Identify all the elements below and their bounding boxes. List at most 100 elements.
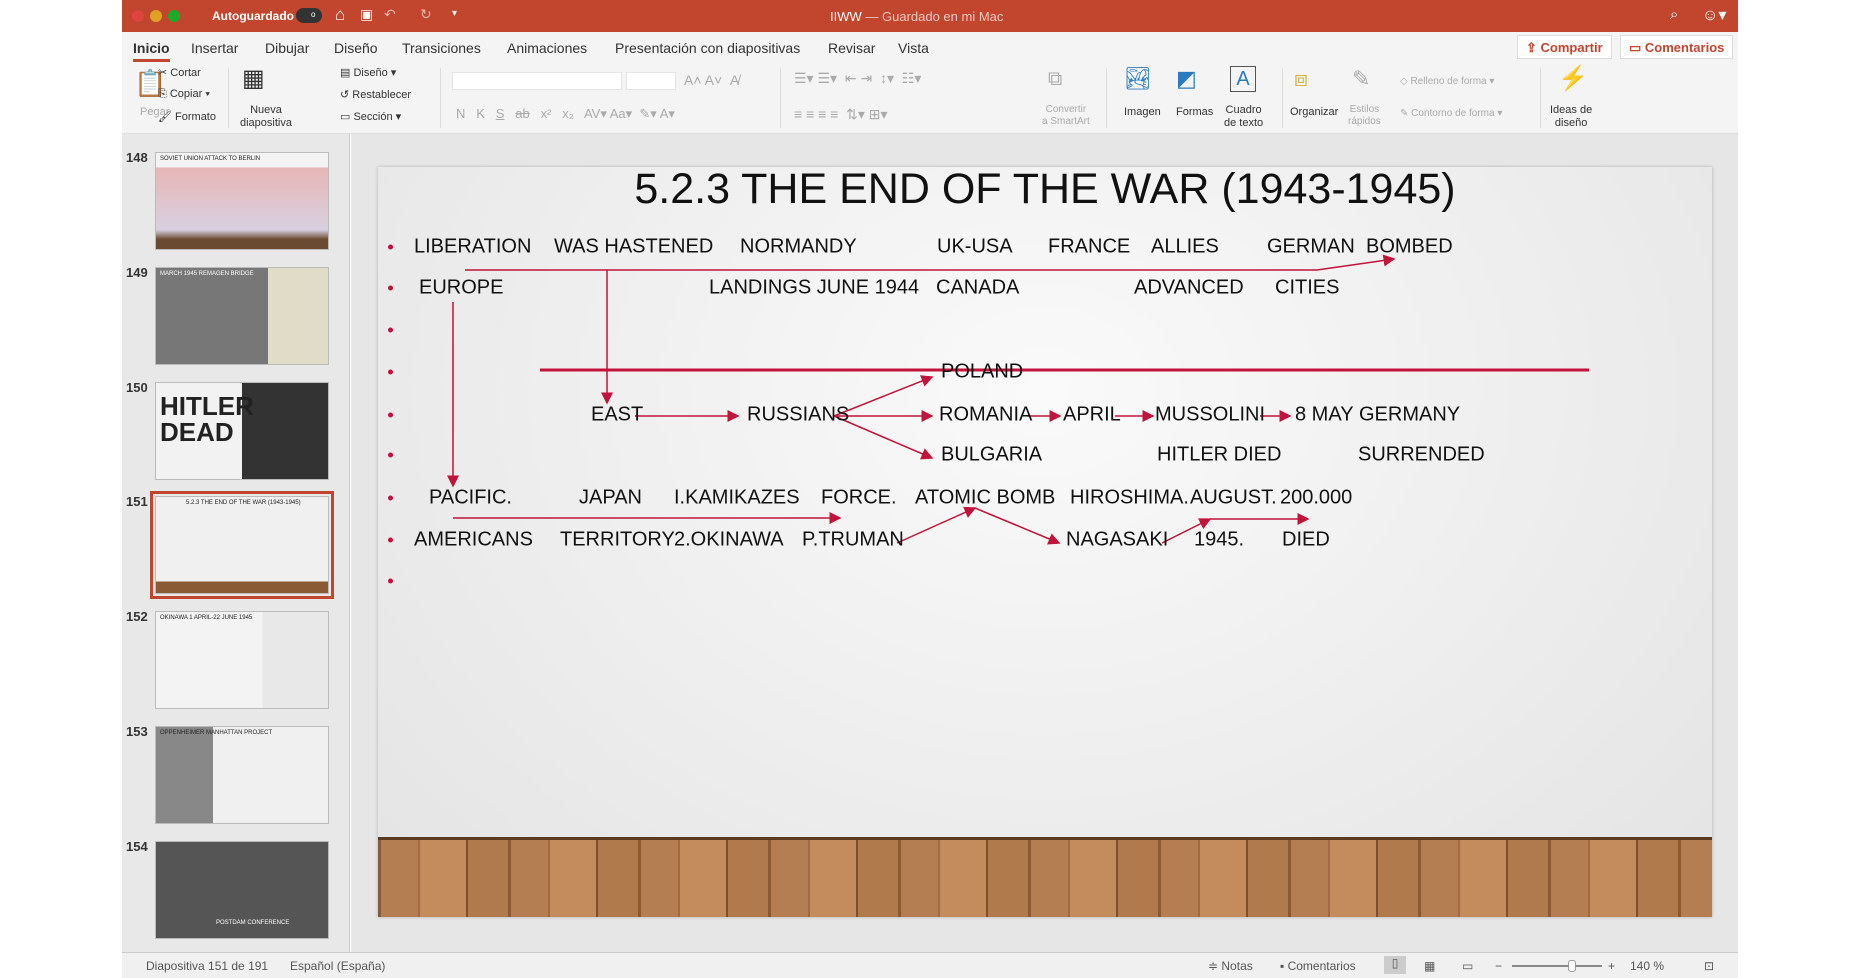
tab-diseno[interactable]: Diseño (334, 40, 378, 56)
slide-canvas[interactable]: 5.2.3 THE END OF THE WAR (1943-1945) LIB… (378, 167, 1712, 917)
shapes-icon[interactable]: ◩ (1176, 66, 1197, 92)
search-icon[interactable]: ⌕ (1670, 6, 1678, 23)
font-name-select[interactable] (452, 72, 622, 90)
doc-name: IIWW (830, 9, 862, 24)
comments-label: Comentarios (1644, 40, 1725, 55)
underline-button[interactable]: S (496, 106, 505, 121)
account-smiley-icon[interactable]: ☺▾ (1702, 5, 1726, 25)
bullet (388, 327, 393, 333)
new-slide-button[interactable]: Nueva diapositiva (240, 104, 292, 130)
italic-button[interactable]: K (476, 106, 485, 121)
tab-insertar[interactable]: Insertar (191, 40, 238, 56)
fill-label: Relleno de forma (1410, 76, 1487, 87)
zoom-out-button[interactable]: − (1495, 959, 1502, 973)
textbox-icon[interactable]: A (1230, 66, 1256, 92)
tab-presentacion[interactable]: Presentación con diapositivas (615, 40, 800, 56)
quick-styles-button[interactable]: Estilos rápidos (1348, 104, 1381, 128)
redo-icon[interactable]: ↻ (420, 6, 432, 23)
arrange-icon[interactable]: ⧈ (1294, 66, 1308, 92)
tab-dibujar[interactable]: Dibujar (265, 40, 309, 56)
shapes-button[interactable]: Formas (1176, 106, 1213, 118)
change-case-button[interactable]: Aa (610, 106, 626, 121)
image-icon[interactable]: 🏞 (1124, 66, 1152, 92)
zoom-slider-thumb[interactable] (1568, 960, 1576, 972)
reset-button[interactable]: ↺ Restablecer (340, 88, 411, 101)
zoom-in-button[interactable]: + (1608, 959, 1615, 973)
strikethrough-button[interactable]: ab (515, 106, 529, 121)
smartart-label-1: Convertir (1045, 104, 1087, 115)
textbox-label-1: Cuadro (1225, 104, 1262, 116)
maximize-window-button[interactable] (168, 10, 180, 22)
thumbnail-slide-152[interactable]: OKINAWA 1 APRIL-22 JUNE 1945 (155, 611, 329, 709)
list-buttons-icon[interactable]: ☰▾ ☰▾ ⇤ ⇥ ↕▾ ☷▾ (794, 70, 921, 87)
zoom-level[interactable]: 140 % (1630, 959, 1664, 973)
thumbnail-slide-154[interactable]: POSTDAM CONFERENCE (155, 841, 329, 939)
tab-revisar[interactable]: Revisar (828, 40, 875, 56)
bullet (388, 578, 393, 584)
status-bar: Diapositiva 151 de 191 Español (España) … (122, 952, 1738, 978)
bold-button[interactable]: N (456, 106, 465, 121)
minimize-window-button[interactable] (150, 10, 162, 22)
copy-button[interactable]: ⎘ Copiar ▾ (158, 88, 210, 101)
comments-status-button[interactable]: ▪ Comentarios (1280, 959, 1356, 973)
textbox-button[interactable]: Cuadro de texto (1224, 104, 1263, 130)
undo-icon[interactable]: ↶ (384, 6, 396, 23)
slide-word: I.KAMIKAZES (674, 486, 800, 509)
cut-button[interactable]: ✂ Cortar (158, 66, 201, 79)
home-icon[interactable]: ⌂ (335, 5, 345, 25)
shape-fill-button[interactable]: ◇ Relleno de forma ▾ (1400, 76, 1494, 87)
subscript-button[interactable]: x₂ (562, 106, 574, 121)
tab-inicio[interactable]: Inicio (133, 40, 170, 62)
slide-thumbnail-panel[interactable]: 148 SOVIET UNION ATTACK TO BERLIN 149 MA… (122, 134, 350, 952)
format-painter-button[interactable]: 🖌 Formato (158, 110, 216, 123)
customize-toolbar-icon[interactable]: ▾ (452, 8, 457, 19)
language-indicator[interactable]: Español (España) (290, 959, 385, 973)
comments-button[interactable]: ▭ Comentarios (1620, 35, 1734, 59)
thumbnail-slide-151[interactable]: 5.2.3 THE END OF THE WAR (1943-1945) (150, 491, 334, 599)
align-buttons-icon[interactable]: ≡ ≡ ≡ ≡ ⇅▾ ⊞▾ (794, 106, 888, 123)
cut-label: Cortar (170, 67, 201, 79)
font-size-controls-icon[interactable]: A˄ A˅ A̸ (684, 72, 739, 88)
autosave-toggle[interactable]: o (296, 8, 322, 23)
design-ideas-button[interactable]: Ideas de diseño (1550, 104, 1592, 130)
format-label: Formato (175, 111, 216, 123)
convert-smartart-button[interactable]: Convertir a SmartArt (1042, 104, 1090, 128)
layout-button[interactable]: ▤ Diseño ▾ (340, 66, 396, 79)
thumbnail-slide-149[interactable]: MARCH 1945 REMAGEN BRIDGE (155, 267, 329, 365)
quick-styles-icon[interactable]: ✎ (1352, 66, 1370, 92)
fit-to-window-icon[interactable]: ⊡ (1704, 959, 1714, 973)
thumbnail-slide-148[interactable]: SOVIET UNION ATTACK TO BERLIN (155, 152, 329, 250)
new-slide-label-1: Nueva (250, 104, 282, 116)
save-icon[interactable]: ▣ (360, 6, 373, 23)
thumbnail-slide-153[interactable]: OPPENHEIMER MANHATTAN PROJECT (155, 726, 329, 824)
font-size-select[interactable] (626, 72, 676, 90)
close-window-button[interactable] (132, 10, 144, 22)
tab-transiciones[interactable]: Transiciones (402, 40, 481, 56)
arrange-button[interactable]: Organizar (1290, 106, 1338, 118)
shape-outline-button[interactable]: ✎ Contorno de forma ▾ (1400, 108, 1502, 119)
thumbnail-number: 151 (126, 494, 148, 509)
new-slide-icon[interactable]: ▦ (242, 64, 265, 93)
design-ideas-icon[interactable]: ⚡ (1558, 64, 1588, 93)
tab-vista[interactable]: Vista (898, 40, 929, 56)
notes-button[interactable]: ≑ Notas (1208, 959, 1253, 973)
smartart-icon[interactable]: ⧉ (1048, 68, 1062, 91)
comments-status-label: Comentarios (1287, 959, 1356, 973)
slide-sorter-button[interactable]: ▦ (1424, 959, 1435, 973)
font-format-buttons[interactable]: N K S ab x² x₂ AV▾ Aa▾ ✎▾ A▾ (456, 106, 675, 122)
thumbnail-number: 153 (126, 724, 148, 739)
normal-view-button[interactable]: ▯ (1384, 956, 1406, 974)
slide-word: CANADA (936, 276, 1020, 299)
divider (228, 68, 229, 128)
share-button[interactable]: ⇪ Compartir (1517, 35, 1612, 59)
tab-animaciones[interactable]: Animaciones (507, 40, 587, 56)
superscript-button[interactable]: x² (541, 106, 552, 121)
image-button[interactable]: Imagen (1124, 106, 1161, 118)
thumbnail-slide-150[interactable]: HITLER DEAD (155, 382, 329, 480)
reading-view-button[interactable]: ▭ (1462, 959, 1473, 973)
char-spacing-button[interactable]: AV (584, 106, 600, 121)
section-button[interactable]: ▭ Sección ▾ (340, 110, 401, 123)
thumbnail-number: 149 (126, 265, 148, 280)
arrow-row1 (465, 254, 1396, 271)
zoom-slider[interactable] (1512, 965, 1602, 967)
